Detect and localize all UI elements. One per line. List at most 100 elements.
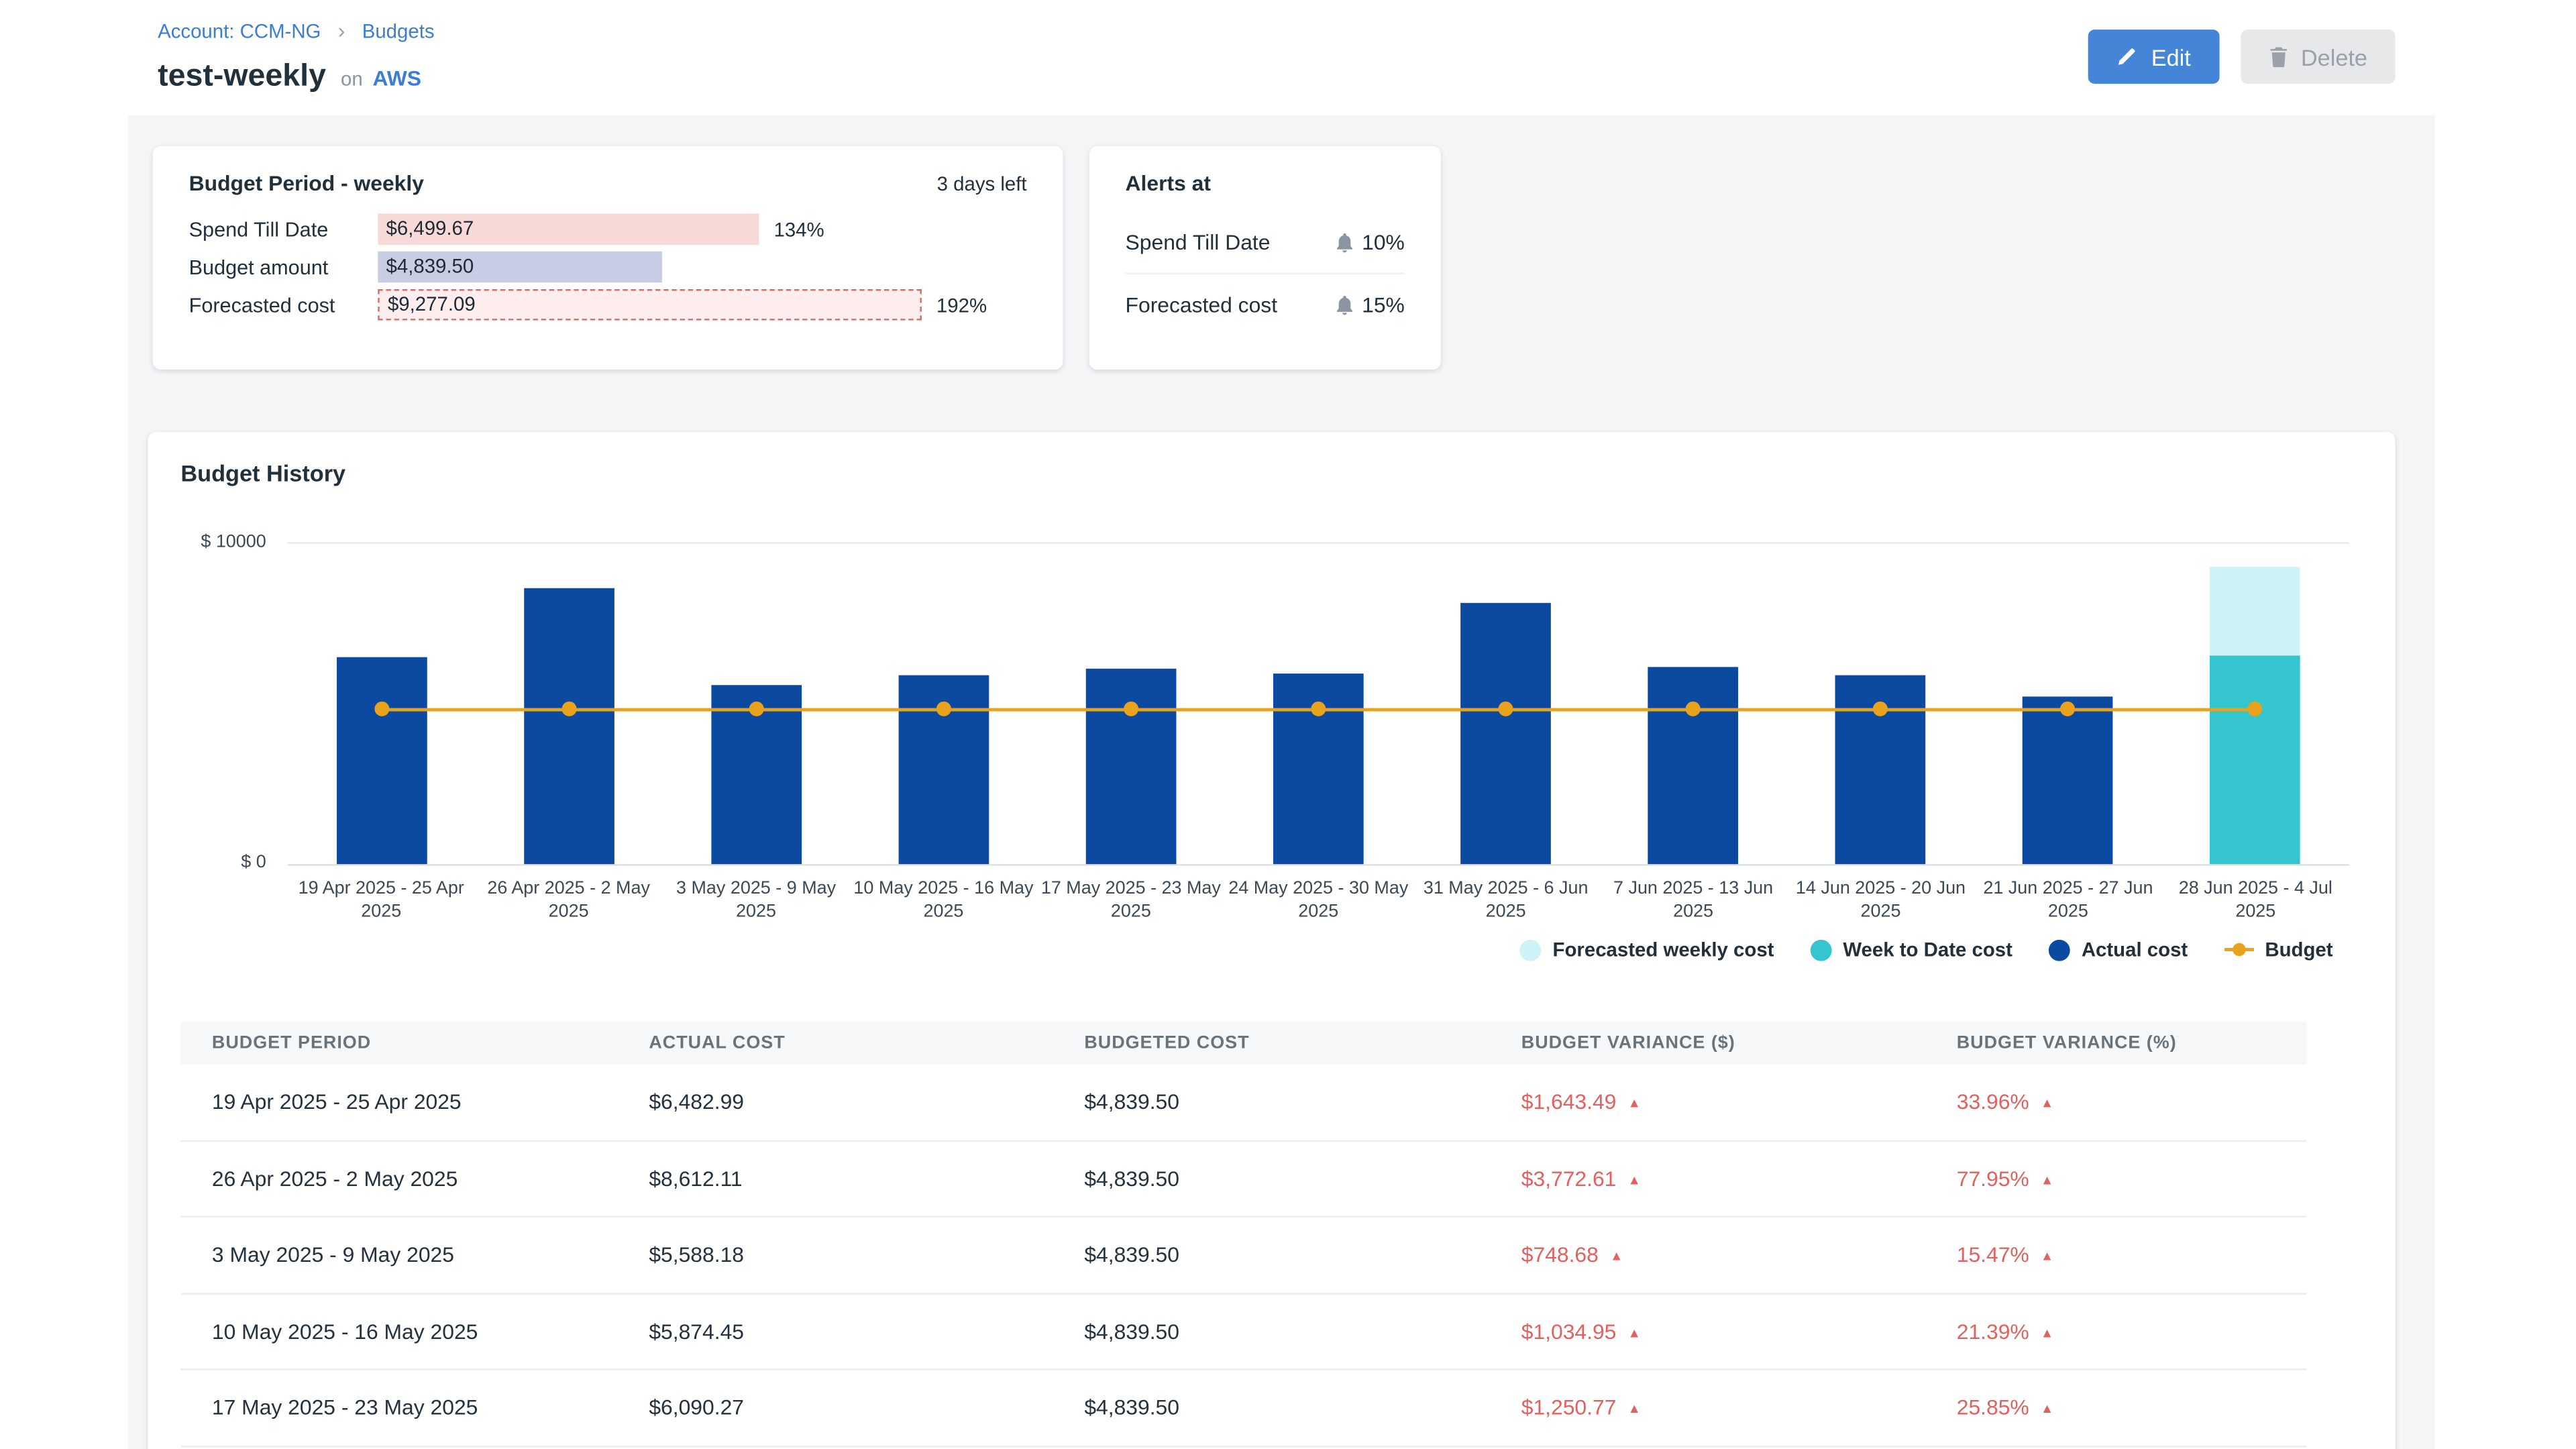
legend-label: Forecasted weekly cost — [1553, 938, 1774, 961]
title-row: test-weekly on AWS — [158, 59, 421, 95]
y-axis-min-label: $ 0 — [148, 853, 266, 872]
budget-period-rows: Spend Till Date$6,499.67 134% Budget amoun… — [189, 213, 1027, 320]
variance-pct-value: 21.39% — [1957, 1319, 2029, 1344]
variance-usd-value: $3,772.61 — [1521, 1166, 1617, 1191]
chart-x-label: 24 May 2025 - 30 May 2025 — [1223, 879, 1413, 923]
cell-actual-cost: $8,612.11 — [649, 1166, 1084, 1191]
chart-x-label: 19 Apr 2025 - 25 Apr 2025 — [286, 879, 476, 923]
chart-legend: Forecasted weekly cost Week to Date cost A… — [1520, 938, 2333, 961]
y-axis-max-label: $ 10000 — [148, 532, 266, 551]
chart-x-label: 31 May 2025 - 6 Jun 2025 — [1411, 879, 1601, 923]
budget-period-row-label: Spend Till Date — [189, 217, 378, 240]
actual-cost-bar[interactable] — [1460, 603, 1551, 864]
cell-budget-period: 3 May 2025 - 9 May 2025 — [212, 1242, 649, 1267]
cell-actual-cost: $5,588.18 — [649, 1242, 1084, 1267]
edit-button[interactable]: Edit — [2089, 30, 2219, 84]
table-row: 17 May 2025 - 23 May 2025$6,090.27$4,839… — [180, 1370, 2306, 1446]
table-body: 19 Apr 2025 - 25 Apr 2025$6,482.99$4,839… — [180, 1065, 2306, 1446]
budget-line-dot — [936, 702, 951, 716]
delete-button-label: Delete — [2301, 44, 2367, 70]
forecasted-cost-bar[interactable] — [2210, 567, 2301, 656]
chart-x-label: 21 Jun 2025 - 27 Jun 2025 — [1973, 879, 2163, 923]
legend-swatch — [2224, 948, 2253, 951]
actual-cost-bar[interactable] — [336, 657, 427, 865]
week-to-date-cost-bar[interactable] — [2210, 656, 2301, 864]
variance-pct-value: 77.95% — [1957, 1166, 2029, 1191]
actual-cost-bar[interactable] — [1648, 667, 1739, 864]
breadcrumb-account-link[interactable]: Account: CCM-NG — [158, 19, 321, 42]
trend-up-icon: ▲ — [2041, 1096, 2053, 1111]
cell-budget-variance-pct: 77.95% ▲ — [1957, 1166, 2307, 1191]
chart-x-label: 7 Jun 2025 - 13 Jun 2025 — [1598, 879, 1788, 923]
budget-period-row-bar: $6,499.67 — [378, 213, 759, 245]
legend-item-week-to-date-cost[interactable]: Week to Date cost — [1810, 938, 2012, 961]
budget-period-row-percent: 192% — [936, 293, 987, 316]
legend-item-actual-cost[interactable]: Actual cost — [2049, 938, 2188, 961]
actual-cost-bar[interactable] — [523, 588, 614, 864]
actual-cost-bar[interactable] — [2023, 696, 2114, 864]
alert-row-label: Forecasted cost — [1126, 292, 1278, 317]
budget-line-dot — [749, 702, 763, 716]
table-header-cell[interactable]: BUDGET VARIANCE ($) — [1521, 1033, 1957, 1053]
table-row: 19 Apr 2025 - 25 Apr 2025$6,482.99$4,839… — [180, 1065, 2306, 1141]
trend-up-icon: ▲ — [2041, 1402, 2053, 1417]
budget-period-title: Budget Period - weekly — [189, 171, 424, 196]
variance-pct-value: 33.96% — [1957, 1089, 2029, 1114]
page-title: test-weekly — [158, 59, 326, 95]
edit-button-label: Edit — [2151, 44, 2191, 70]
delete-button[interactable]: Delete — [2240, 30, 2395, 84]
legend-swatch — [1810, 939, 1831, 961]
table-row: 26 Apr 2025 - 2 May 2025$8,612.11$4,839.… — [180, 1141, 2306, 1218]
cell-budget-period: 19 Apr 2025 - 25 Apr 2025 — [212, 1089, 649, 1114]
table-header-row: BUDGET PERIODACTUAL COSTBUDGETED COSTBUD… — [180, 1022, 2306, 1065]
cloud-provider-label: AWS — [372, 66, 421, 91]
budget-period-row-label: Budget amount — [189, 256, 378, 278]
chart-x-label: 28 Jun 2025 - 4 Jul 2025 — [2160, 879, 2351, 923]
table-row: 10 May 2025 - 16 May 2025$5,874.45$4,839… — [180, 1294, 2306, 1371]
chart-plot — [288, 542, 2349, 865]
table-header-cell[interactable]: BUDGET VARIANCE (%) — [1957, 1033, 2307, 1053]
variance-usd-value: $748.68 — [1521, 1242, 1599, 1267]
alert-row-label: Spend Till Date — [1126, 230, 1271, 255]
legend-label: Week to Date cost — [1843, 938, 2012, 961]
legend-item-budget[interactable]: Budget — [2224, 938, 2332, 961]
trash-icon — [2268, 46, 2288, 68]
trend-up-icon: ▲ — [1628, 1326, 1641, 1340]
cell-budget-variance-usd: $1,034.95▲ — [1521, 1319, 1957, 1344]
legend-item-forecasted-weekly-cost[interactable]: Forecasted weekly cost — [1520, 938, 1774, 961]
page: Account: CCM-NG › Budgets test-weekly on… — [0, 0, 2576, 1449]
title-connector: on — [341, 67, 363, 90]
budget-period-row: Budget amount$4,839.50 — [189, 252, 1027, 283]
budget-period-card-header: Budget Period - weekly 3 days left — [189, 171, 1027, 196]
actual-cost-bar[interactable] — [1086, 669, 1177, 864]
table-header-cell[interactable]: BUDGETED COST — [1084, 1033, 1521, 1053]
bell-icon — [1336, 295, 1354, 315]
legend-swatch — [2049, 939, 2070, 961]
budget-history-table: BUDGET PERIODACTUAL COSTBUDGETED COSTBUD… — [180, 1022, 2306, 1446]
alert-rows: Spend Till Date 10% Forecasted cost 15% — [1126, 212, 1405, 335]
budget-period-row-bar: $4,839.50 — [378, 252, 662, 283]
chart-x-label: 14 Jun 2025 - 20 Jun 2025 — [1785, 879, 1976, 923]
cell-budget-variance-pct: 15.47%▲ — [1957, 1242, 2307, 1267]
alert-threshold-value: 10% — [1362, 230, 1405, 255]
budget-period-row-percent: 134% — [773, 217, 824, 240]
alert-row: Spend Till Date 10% — [1126, 212, 1405, 273]
breadcrumb-separator-icon: › — [338, 18, 345, 43]
cell-actual-cost: $6,482.99 — [649, 1089, 1084, 1114]
trend-up-icon: ▲ — [2041, 1173, 2053, 1187]
chart-x-label: 17 May 2025 - 23 May 2025 — [1036, 879, 1226, 923]
budget-period-card: Budget Period - weekly 3 days left Spend… — [153, 146, 1063, 370]
alert-threshold-value: 15% — [1362, 292, 1405, 317]
cell-budget-variance-usd: $1,250.77▲ — [1521, 1395, 1957, 1420]
cell-budget-variance-usd: $3,772.61 ▲ — [1521, 1166, 1957, 1191]
breadcrumb-budgets-link[interactable]: Budgets — [362, 19, 435, 42]
chart-x-labels: 19 Apr 2025 - 25 Apr 202526 Apr 2025 - 2… — [288, 879, 2349, 934]
content-panel: Budget Period - weekly 3 days left Spend… — [128, 115, 2434, 1449]
breadcrumb: Account: CCM-NG › Budgets — [158, 18, 435, 43]
cell-budget-variance-pct: 33.96% ▲ — [1957, 1089, 2307, 1114]
cell-budget-variance-pct: 25.85%▲ — [1957, 1395, 2307, 1420]
table-header-cell[interactable]: ACTUAL COST — [649, 1033, 1084, 1053]
table-header-cell[interactable]: BUDGET PERIOD — [212, 1033, 649, 1053]
trend-up-icon: ▲ — [1628, 1173, 1641, 1187]
budget-line-dot — [1124, 702, 1138, 716]
